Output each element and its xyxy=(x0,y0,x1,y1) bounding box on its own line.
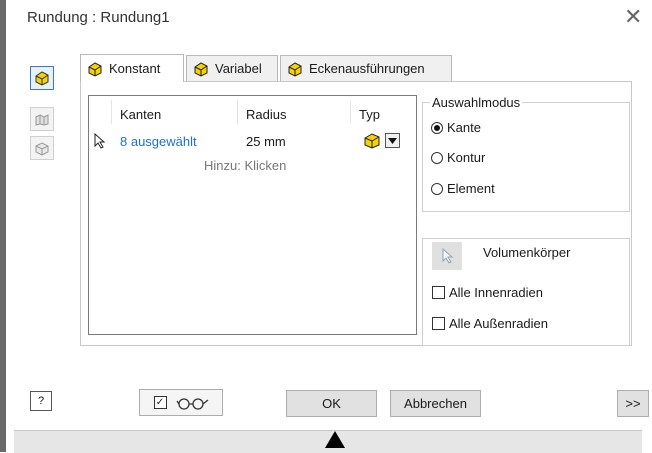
column-header-kanten[interactable]: Kanten xyxy=(120,107,161,122)
radio-element-label: Element xyxy=(447,181,495,196)
column-separator xyxy=(350,100,351,124)
select-solid-button[interactable] xyxy=(432,242,462,270)
full-round-fillet-button[interactable] xyxy=(30,136,54,160)
fillet-edge-icon xyxy=(35,71,49,86)
checkbox-aussenradien-label: Alle Außenradien xyxy=(449,316,549,331)
checkbox-aussenradien[interactable]: Alle Außenradien xyxy=(432,316,548,331)
volumen-label: Volumenkörper xyxy=(483,245,571,260)
radio-checked-icon xyxy=(431,121,443,134)
checkbox-innenradien-label: Alle Innenradien xyxy=(449,285,543,300)
select-arrow-icon xyxy=(442,247,454,264)
help-button[interactable]: ? xyxy=(30,391,52,411)
fillet-type-dropdown[interactable] xyxy=(385,133,400,148)
tab-konstant[interactable]: Konstant xyxy=(80,54,184,82)
cancel-button[interactable]: Abbrechen xyxy=(390,390,481,417)
checkbox-innenradien[interactable]: Alle Innenradien xyxy=(432,285,543,300)
fillet-type-icon xyxy=(362,131,382,152)
checkbox-unchecked-icon xyxy=(432,317,445,330)
help-icon: ? xyxy=(37,395,45,407)
column-separator xyxy=(111,100,112,124)
table-cell-kanten[interactable]: 8 ausgewählt xyxy=(120,134,197,149)
checkbox-unchecked-icon xyxy=(432,286,445,299)
corner-setback-icon xyxy=(288,61,302,77)
radio-kontur[interactable]: Kontur xyxy=(431,150,485,165)
face-fillet-button[interactable] xyxy=(30,107,54,131)
tab-variabel-label: Variabel xyxy=(215,61,262,76)
fillet-edge-button[interactable] xyxy=(30,66,54,90)
close-icon[interactable]: ✕ xyxy=(624,6,642,28)
ok-button[interactable]: OK xyxy=(286,390,377,417)
radio-kontur-label: Kontur xyxy=(447,150,486,165)
radio-kante-label: Kante xyxy=(447,120,481,135)
add-hint-text[interactable]: Hinzu: Klicken xyxy=(204,158,286,173)
tab-variabel[interactable]: Variabel xyxy=(186,55,278,81)
window-title: Rundung : Rundung1 xyxy=(27,9,170,26)
tab-eckenausfuehrungen-label: Eckenausführungen xyxy=(309,61,425,76)
tab-eckenausfuehrungen[interactable]: Eckenausführungen xyxy=(280,55,452,81)
checkbox-checked-icon: ✓ xyxy=(153,396,167,409)
variable-fillet-icon xyxy=(194,61,208,77)
radio-kante[interactable]: Kante xyxy=(431,120,481,135)
face-fillet-icon xyxy=(35,114,49,126)
column-header-radius[interactable]: Radius xyxy=(246,107,286,122)
left-edge-bar xyxy=(0,0,6,452)
radio-element[interactable]: Element xyxy=(431,181,495,196)
select-cursor-icon xyxy=(93,132,107,152)
tab-konstant-label: Konstant xyxy=(109,61,161,76)
expand-button[interactable]: >> xyxy=(617,390,649,417)
column-separator xyxy=(237,100,238,124)
table-cell-radius[interactable]: 25 mm xyxy=(246,134,286,149)
constant-fillet-icon xyxy=(88,61,102,77)
triangle-up-icon xyxy=(325,431,345,448)
chevron-down-icon xyxy=(388,137,397,144)
preview-toggle[interactable]: ✓ xyxy=(139,389,223,416)
column-header-typ[interactable]: Typ xyxy=(359,107,380,122)
glasses-icon xyxy=(175,397,208,410)
radio-unchecked-icon xyxy=(431,182,443,195)
auswahlmodus-label: Auswahlmodus xyxy=(430,95,523,110)
full-round-fillet-icon xyxy=(35,142,49,156)
radio-unchecked-icon xyxy=(431,151,443,164)
